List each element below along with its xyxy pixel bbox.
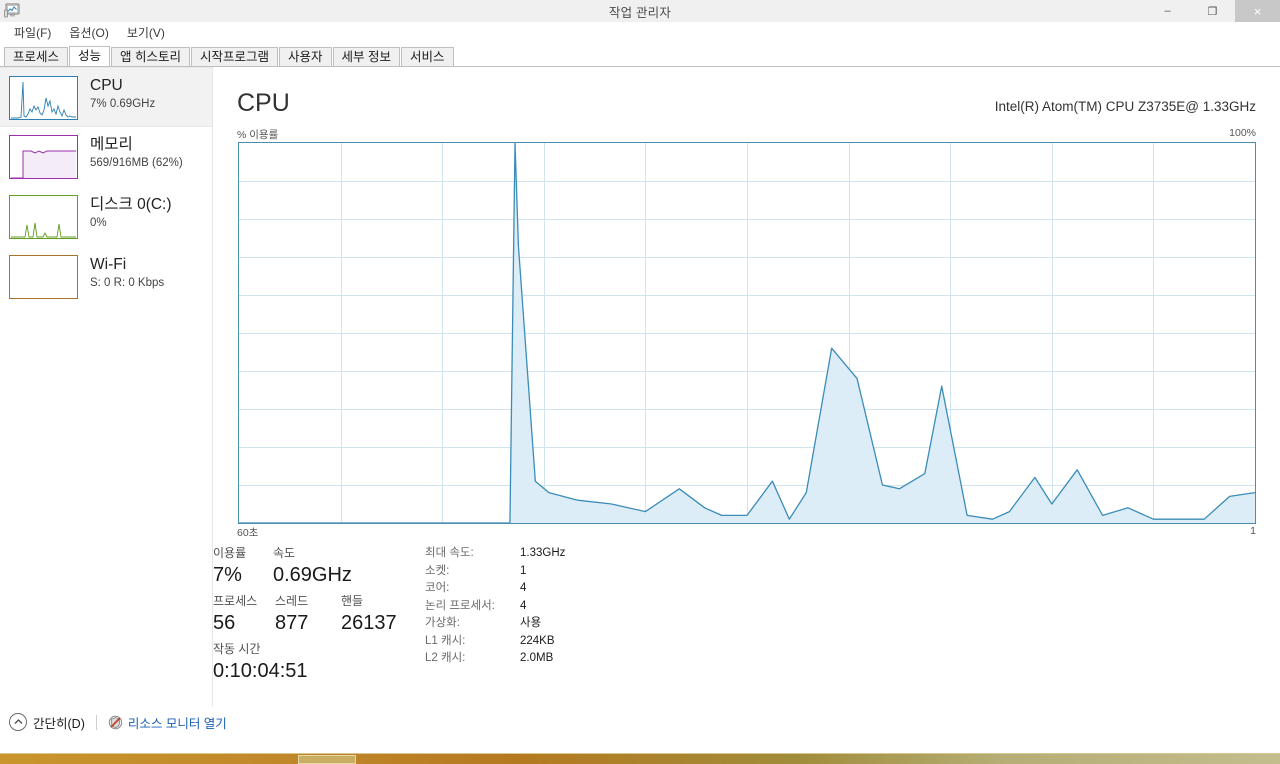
tab-users[interactable]: 사용자 [279,47,332,66]
chart-y-axis-max: 100% [1229,127,1256,139]
tab-performance[interactable]: 성능 [69,46,111,66]
cpu-model-label: Intel(R) Atom(TM) CPU Z3735E@ 1.33GHz [994,99,1256,114]
chevron-up-icon [9,713,27,731]
spec-virtualization-label: 가상화: [425,617,460,629]
stat-uptime-label: 작동 시간 [213,642,261,656]
menu-file[interactable]: 파일(F) [5,22,60,44]
minimize-button[interactable]: – [1145,0,1190,22]
spec-row: L2 캐시: 2.0MB [425,650,725,668]
sidebar-item-cpu[interactable]: CPU 7% 0.69GHz [0,67,212,127]
stat-threads: 스레드 877 [275,593,341,637]
spec-l2-cache-value: 2.0MB [520,652,554,664]
cpu-chart-svg [239,143,1255,523]
taskbar-active-button[interactable] [298,755,356,764]
chart-x-axis-start: 60초 [237,527,259,539]
sidebar-item-memory[interactable]: 메모리 569/916MB (62%) [0,127,212,187]
tab-services[interactable]: 서비스 [401,47,454,66]
spec-sockets-value: 1 [520,564,527,577]
shield-icon [108,715,123,730]
sidebar-cpu-title: CPU [90,77,123,94]
spec-row: 소켓: 1 [425,563,725,581]
spec-l1-cache-label: L1 캐시: [425,634,466,647]
stat-threads-value: 877 [275,612,309,634]
spec-row: 코어: 4 [425,580,725,598]
sidebar-memory-title: 메모리 [90,136,133,153]
fewer-details-label: 간단히(D) [33,716,85,731]
stat-utilization-label: 이용률 [213,546,247,560]
spec-cores-value: 4 [520,582,527,594]
spec-logical-processors-value: 4 [520,599,527,612]
resource-monitor-label: 리소스 모니터 열기 [127,716,227,731]
sidebar-disk-title: 디스크 0(C:) [90,196,172,213]
sidebar-disk-subtitle: 0% [90,217,107,229]
stat-handles: 핸들 26137 [341,593,397,637]
tab-bar: 프로세스 성능 앱 히스토리 시작프로그램 사용자 세부 정보 서비스 [0,46,1280,67]
stat-utilization: 이용률 7% [213,545,273,589]
chart-y-axis-label: % 이용률 [237,129,279,141]
spec-row: 최대 속도: 1.33GHz [425,545,725,563]
stat-speed-label: 속도 [273,546,296,560]
resource-sidebar: CPU 7% 0.69GHz 메모리 569/916MB (62%) 디스크 0… [0,67,213,716]
sidebar-item-disk[interactable]: 디스크 0(C:) 0% [0,187,212,247]
spec-cores-label: 코어: [425,582,450,594]
stat-processes: 프로세스 56 [213,593,275,637]
stat-processes-value: 56 [213,612,236,634]
stat-uptime-value: 0:10:04:51 [213,660,308,682]
disk-mini-graph [9,195,78,239]
spec-sockets-label: 소켓: [425,564,450,577]
title-bar: 작업 관리자 – ❐ × [0,0,1280,23]
window-controls: – ❐ × [1145,0,1280,22]
stat-threads-label: 스레드 [275,594,309,608]
stat-handles-value: 26137 [341,612,397,634]
cpu-mini-graph [9,76,78,120]
sidebar-wifi-title: Wi-Fi [90,256,127,273]
tab-processes[interactable]: 프로세스 [4,47,69,66]
sidebar-memory-text: 메모리 569/916MB (62%) [90,135,183,187]
stat-speed-value: 0.69GHz [273,564,352,586]
spec-row: 가상화: 사용 [425,615,725,633]
cpu-utilization-chart [238,142,1256,524]
menu-view[interactable]: 보기(V) [118,22,174,44]
stat-handles-label: 핸들 [341,594,364,608]
sidebar-wifi-subtitle: S: 0 R: 0 Kbps [90,277,165,289]
resource-monitor-link[interactable]: 리소스 모니터 열기 [108,713,227,732]
memory-mini-graph [9,135,78,179]
spec-row: 논리 프로세서: 4 [425,598,725,616]
sidebar-item-wifi[interactable]: Wi-Fi S: 0 R: 0 Kbps [0,247,212,307]
spec-max-speed-value: 1.33GHz [520,547,566,559]
desktop-taskbar[interactable] [0,753,1280,764]
stat-speed: 속도 0.69GHz [273,545,352,589]
sidebar-cpu-text: CPU 7% 0.69GHz [90,76,155,126]
spec-max-speed-label: 최대 속도: [425,547,474,559]
cpu-spec-list: 최대 속도: 1.33GHz 소켓: 1 코어: 4 논리 프로세서: 4 가상… [425,545,725,668]
close-button[interactable]: × [1235,0,1280,22]
footer-divider [95,714,97,730]
tab-app-history[interactable]: 앱 히스토리 [111,47,191,66]
stat-utilization-value: 7% [213,564,242,586]
chart-x-axis-end: 1 [1250,525,1256,537]
cpu-detail-panel: CPU Intel(R) Atom(TM) CPU Z3735E@ 1.33GH… [213,67,1280,716]
spec-row: L1 캐시: 224KB [425,633,725,651]
tab-details[interactable]: 세부 정보 [332,47,401,66]
spec-virtualization-value: 사용 [520,617,542,629]
spec-l2-cache-label: L2 캐시: [425,652,466,664]
menu-bar: 파일(F) 옵션(O) 보기(V) [0,22,1280,44]
sidebar-disk-text: 디스크 0(C:) 0% [90,195,172,247]
stat-processes-label: 프로세스 [213,594,258,608]
spec-logical-processors-label: 논리 프로세서: [425,599,495,612]
footer-bar: 간단히(D) 리소스 모니터 열기 [0,706,1280,738]
sidebar-cpu-subtitle: 7% 0.69GHz [90,98,156,110]
maximize-button[interactable]: ❐ [1190,0,1235,22]
tab-startup[interactable]: 시작프로그램 [191,47,279,66]
stat-uptime: 작동 시간 0:10:04:51 [213,641,308,685]
wifi-mini-graph [9,255,78,299]
spec-l1-cache-value: 224KB [520,634,555,647]
fewer-details-button[interactable]: 간단히(D) [9,713,85,732]
sidebar-wifi-text: Wi-Fi S: 0 R: 0 Kbps [90,255,164,307]
menu-options[interactable]: 옵션(O) [60,22,117,44]
sidebar-memory-subtitle: 569/916MB (62%) [90,157,183,169]
window-title: 작업 관리자 [608,6,672,20]
page-title: CPU [237,89,290,117]
